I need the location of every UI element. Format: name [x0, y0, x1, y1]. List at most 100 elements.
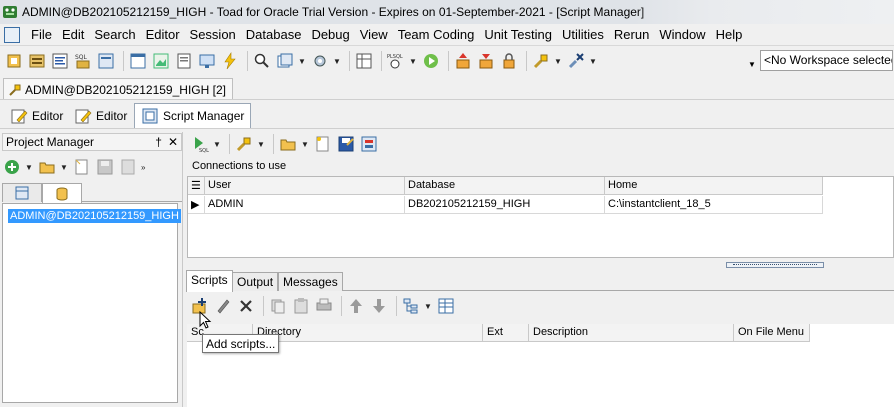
menu-team-coding[interactable]: Team Coding: [393, 27, 480, 42]
chevron-down-icon[interactable]: ▼: [589, 57, 597, 66]
chevron-down-icon[interactable]: ▼: [298, 57, 306, 66]
panel-splitter[interactable]: [726, 262, 824, 268]
grid-options-button[interactable]: [436, 296, 456, 316]
execute-button[interactable]: [220, 51, 240, 71]
lock-button[interactable]: [499, 51, 519, 71]
menu-utilities[interactable]: Utilities: [557, 27, 609, 42]
chevron-down-icon[interactable]: ▼: [748, 60, 756, 69]
menu-database[interactable]: Database: [241, 27, 307, 42]
image-button[interactable]: [151, 51, 171, 71]
tools-button[interactable]: [310, 51, 330, 71]
menu-debug[interactable]: Debug: [306, 27, 354, 42]
tab-editor-1[interactable]: Editor: [4, 103, 69, 128]
monitor-button[interactable]: [197, 51, 217, 71]
chevron-down-icon[interactable]: ▼: [25, 163, 33, 172]
column-header-ext[interactable]: Ext: [483, 324, 529, 342]
chevron-down-icon[interactable]: ▼: [257, 140, 265, 149]
tab-script-manager[interactable]: Script Manager: [134, 103, 252, 128]
move-down-button[interactable]: [369, 296, 389, 316]
new-file-button[interactable]: [313, 134, 333, 154]
column-header-home[interactable]: Home: [605, 177, 823, 195]
menu-search[interactable]: Search: [89, 27, 140, 42]
menu-help[interactable]: Help: [711, 27, 748, 42]
menu-session[interactable]: Session: [185, 27, 241, 42]
column-header-description[interactable]: Description: [529, 324, 734, 342]
toolbar-separator: [123, 51, 124, 71]
save-button[interactable]: [336, 134, 356, 154]
run-button[interactable]: [421, 51, 441, 71]
overflow-chevron-icon[interactable]: »: [141, 163, 149, 172]
menu-rerun[interactable]: Rerun: [609, 27, 654, 42]
connection-tab[interactable]: ADMIN@DB202105212159_HIGH [2]: [3, 78, 233, 99]
subtab-database[interactable]: [42, 183, 82, 203]
cell-user[interactable]: ADMIN: [205, 196, 405, 214]
tree-item-connection[interactable]: ADMIN@DB202105212159_HIGH: [8, 209, 181, 223]
paste-button[interactable]: [291, 296, 311, 316]
menu-view[interactable]: View: [355, 27, 393, 42]
disconnect-button[interactable]: [566, 51, 586, 71]
save-button[interactable]: [95, 157, 115, 177]
report-button[interactable]: [174, 51, 194, 71]
menu-editor[interactable]: Editor: [141, 27, 185, 42]
chevron-down-icon[interactable]: ▼: [409, 57, 417, 66]
window-list-button[interactable]: [128, 51, 148, 71]
table-row[interactable]: ▶ ADMIN DB202105212159_HIGH C:\instantcl…: [188, 196, 823, 214]
column-header-on-file-menu[interactable]: On File Menu: [734, 324, 810, 342]
options-button[interactable]: [359, 134, 379, 154]
group-button[interactable]: [401, 296, 421, 316]
new-file-button[interactable]: [72, 157, 92, 177]
run-sql-button[interactable]: SQL: [190, 134, 210, 154]
add-item-button[interactable]: [2, 157, 22, 177]
connect-button[interactable]: [234, 134, 254, 154]
editor-window-button[interactable]: [96, 51, 116, 71]
menu-edit[interactable]: Edit: [57, 27, 89, 42]
grid-options-icon: [438, 298, 454, 314]
search-objects-button[interactable]: [252, 51, 272, 71]
schema-browser-button[interactable]: [27, 51, 47, 71]
chevron-down-icon[interactable]: ▼: [60, 163, 68, 172]
chevron-down-icon[interactable]: ▼: [554, 57, 562, 66]
edit-script-button[interactable]: [213, 296, 233, 316]
menu-unit-testing[interactable]: Unit Testing: [479, 27, 557, 42]
column-header-database[interactable]: Database: [405, 177, 605, 195]
chevron-down-icon[interactable]: ▼: [424, 302, 432, 311]
column-header-user[interactable]: User: [205, 177, 405, 195]
connect-button[interactable]: [531, 51, 551, 71]
cell-database[interactable]: DB202105212159_HIGH: [405, 196, 605, 214]
menu-window[interactable]: Window: [654, 27, 710, 42]
tab-editor-2[interactable]: Editor: [68, 103, 133, 128]
workspace-select[interactable]: <No Workspace selected>: [760, 50, 893, 71]
copy-button[interactable]: [268, 296, 288, 316]
open-folder-button[interactable]: [37, 157, 57, 177]
open-folder-button[interactable]: [278, 134, 298, 154]
close-icon[interactable]: ✕: [168, 135, 178, 149]
windows-icon: [277, 53, 293, 68]
sql-editor-button[interactable]: [50, 51, 70, 71]
mdi-window-icon[interactable]: [4, 26, 20, 43]
print-button[interactable]: [314, 296, 334, 316]
chevron-down-icon[interactable]: ▼: [301, 140, 309, 149]
remove-script-button[interactable]: [236, 296, 256, 316]
delete-button[interactable]: [118, 157, 138, 177]
tab-output[interactable]: Output: [232, 272, 279, 291]
pin-icon[interactable]: †: [155, 135, 162, 149]
sql-text-button[interactable]: SQL: [73, 51, 93, 71]
menu-file[interactable]: File: [26, 27, 57, 42]
subtab-connections[interactable]: [2, 183, 42, 202]
cell-home[interactable]: C:\instantclient_18_5: [605, 196, 823, 214]
paste-icon: [294, 298, 308, 314]
connections-grid: ☰ User Database Home ▶ ADMIN DB202105212…: [187, 176, 894, 258]
column-header-directory[interactable]: Directory: [253, 324, 483, 342]
tab-messages[interactable]: Messages: [278, 272, 343, 291]
chevron-down-icon[interactable]: ▼: [333, 57, 341, 66]
export-button[interactable]: [453, 51, 473, 71]
move-up-button[interactable]: [346, 296, 366, 316]
windows-button[interactable]: [275, 51, 295, 71]
new-connection-button[interactable]: [4, 51, 24, 71]
table-button[interactable]: [354, 51, 374, 71]
connection-icon: [7, 54, 21, 68]
plsql-button[interactable]: PLSQL: [386, 51, 406, 71]
chevron-down-icon[interactable]: ▼: [213, 140, 221, 149]
tab-scripts[interactable]: Scripts: [186, 270, 233, 292]
import-button[interactable]: [476, 51, 496, 71]
